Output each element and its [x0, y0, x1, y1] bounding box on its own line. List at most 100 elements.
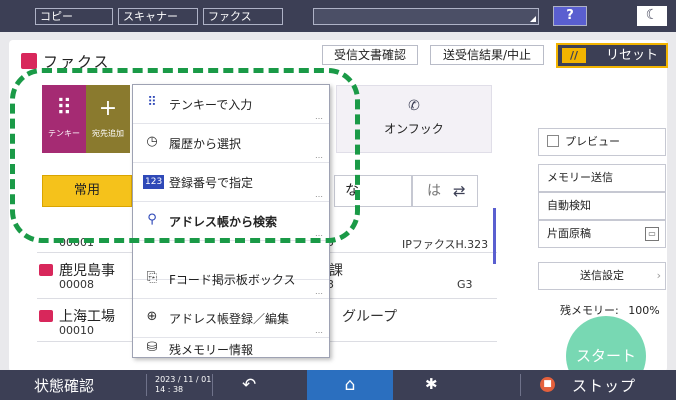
remaining-memory-value: 100%	[628, 304, 660, 317]
fax-main-card: ファクス 受信文書確認 送受信結果/中止 // リセット ⠿ テンキー + 宛先…	[9, 40, 668, 396]
checkbox-icon	[547, 135, 559, 147]
menu-item-address-search[interactable]: ⚲ アドレス帳から検索 …	[133, 202, 329, 241]
number-icon: 123	[143, 173, 165, 189]
stop-icon: ■	[540, 377, 555, 392]
more-icon: …	[315, 229, 323, 238]
tab-na[interactable]: な	[334, 175, 412, 207]
row-number: 00010	[59, 324, 94, 337]
row-name: 上海工場	[59, 309, 115, 325]
keypad-icon: ⠿	[147, 95, 157, 110]
row-sub: グループ	[342, 309, 398, 325]
more-icon: …	[315, 287, 323, 296]
row-sub: 課	[329, 263, 343, 279]
send-result-button[interactable]: 送受信結果/中止	[430, 45, 544, 65]
menu-label: 残メモリー情報	[169, 343, 254, 357]
fax-dest-icon	[39, 310, 53, 322]
menu-label: Fコード掲示板ボックス	[169, 273, 296, 287]
back-icon[interactable]: ↶	[242, 375, 256, 395]
database-icon: ⛁	[146, 340, 158, 355]
fax-icon	[21, 53, 37, 69]
tab-ha-label: は	[427, 183, 441, 199]
page-orientation-icon: ▭	[645, 227, 659, 241]
more-icon: …	[315, 326, 323, 335]
divider	[520, 374, 521, 396]
tab-copy[interactable]: コピー	[35, 8, 113, 25]
menu-item-reg-number[interactable]: 123 登録番号で指定 …	[133, 163, 329, 202]
preview-toggle[interactable]: プレビュー	[538, 128, 666, 156]
more-icon: …	[315, 190, 323, 199]
search-icon: ⚲	[147, 212, 157, 227]
expand-corner-icon	[530, 16, 536, 22]
reset-icon: //	[562, 48, 586, 63]
bottom-bar: 状態確認 2023 / 11 / 01 14 : 38 ↶ ⌂ ✱ ■ ストップ	[0, 370, 676, 400]
menu-item-memory-info[interactable]: ⛁ 残メモリー情報	[133, 338, 329, 359]
menu-item-history[interactable]: ◷ 履歴から選択 …	[133, 124, 329, 163]
memory-send-button[interactable]: メモリー送信	[538, 164, 666, 192]
tab-common[interactable]: 常用	[42, 175, 132, 207]
menu-item-fcode-box[interactable]: ⎘ Fコード掲示板ボックス …	[133, 260, 329, 299]
row-type: IPファクスH.323	[402, 238, 489, 251]
menu-label: 登録番号で指定	[169, 176, 254, 190]
divider	[212, 374, 213, 396]
row-number: 00001	[59, 236, 94, 249]
tenkey-label: テンキー	[48, 129, 80, 138]
plus-icon: +	[98, 96, 118, 121]
time: 14 : 38	[155, 385, 184, 394]
menu-label: アドレス帳から検索	[169, 215, 278, 229]
reset-label: リセット	[606, 48, 659, 63]
row-number: 00008	[59, 278, 94, 291]
phone-icon: ✆	[408, 98, 420, 114]
clock-icon: ◷	[146, 134, 158, 149]
add-destination-tile[interactable]: + 宛先追加	[86, 85, 130, 153]
row-name: 鹿児島事	[59, 263, 115, 279]
tab-fax[interactable]: ファクス	[203, 8, 283, 25]
list-scrollbar[interactable]	[493, 208, 496, 264]
menu-item-tenkey[interactable]: ⠿ テンキーで入力 …	[133, 85, 329, 124]
menu-label: テンキーで入力	[169, 98, 253, 112]
divider	[146, 374, 147, 396]
one-sided-label: 片面原稿	[547, 227, 591, 240]
stop-label: ストップ	[572, 377, 637, 395]
help-button[interactable]: ?	[553, 6, 587, 26]
received-docs-button[interactable]: 受信文書確認	[322, 45, 418, 65]
home-icon: ⌂	[344, 375, 356, 395]
tenkey-tile[interactable]: ⠿ テンキー	[42, 85, 86, 153]
fax-dest-icon	[39, 264, 53, 276]
page-title: ファクス	[21, 51, 111, 72]
date-time: 2023 / 11 / 01 14 : 38	[155, 375, 211, 395]
status-check-button[interactable]: 状態確認	[34, 375, 94, 396]
gear-icon[interactable]: ✱	[425, 375, 438, 393]
send-settings-button[interactable]: 送信設定 ›	[538, 262, 666, 290]
date: 2023 / 11 / 01	[155, 375, 212, 384]
reset-button[interactable]: // リセット	[556, 43, 668, 68]
energy-saver-button[interactable]: ☾	[637, 6, 667, 26]
tab-scanner[interactable]: スキャナー	[118, 8, 198, 25]
stop-button[interactable]: ■ ストップ	[528, 370, 676, 400]
destination-menu: ⠿ テンキーで入力 … ◷ 履歴から選択 … 123 登録番号で指定 … ⚲ ア…	[132, 84, 330, 358]
row-type: G3	[457, 278, 473, 291]
top-bar: コピー スキャナー ファクス ? ☾	[0, 0, 676, 32]
tab-ha[interactable]: は ⇄	[412, 175, 478, 207]
swap-icon[interactable]: ⇄	[453, 176, 466, 206]
more-icon: …	[315, 151, 323, 160]
more-icon: …	[315, 112, 323, 121]
menu-label: アドレス帳登録／編集	[169, 312, 290, 326]
add-destination-label: 宛先追加	[92, 129, 124, 138]
add-entry-icon: ⊕	[146, 309, 158, 324]
onhook-button[interactable]: ✆ オンフック	[336, 85, 492, 153]
menu-item-address-register[interactable]: ⊕ アドレス帳登録／編集 …	[133, 299, 329, 338]
chevron-right-icon: ›	[656, 269, 661, 282]
message-bar[interactable]	[313, 8, 539, 25]
onhook-label: オンフック	[384, 122, 444, 136]
number-badge: 123	[143, 175, 165, 189]
moon-icon: ☾	[645, 7, 659, 23]
remaining-memory-label: 残メモリー:	[560, 304, 619, 317]
keypad-icon: ⠿	[55, 96, 73, 121]
send-settings-label: 送信設定	[580, 269, 624, 282]
tray-icon: ⎘	[146, 270, 158, 285]
one-sided-original-button[interactable]: 片面原稿 ▭	[538, 220, 666, 248]
home-button[interactable]: ⌂	[307, 370, 393, 400]
menu-label: 履歴から選択	[169, 137, 242, 151]
preview-label: プレビュー	[565, 135, 620, 148]
auto-detect-button[interactable]: 自動検知	[538, 192, 666, 220]
